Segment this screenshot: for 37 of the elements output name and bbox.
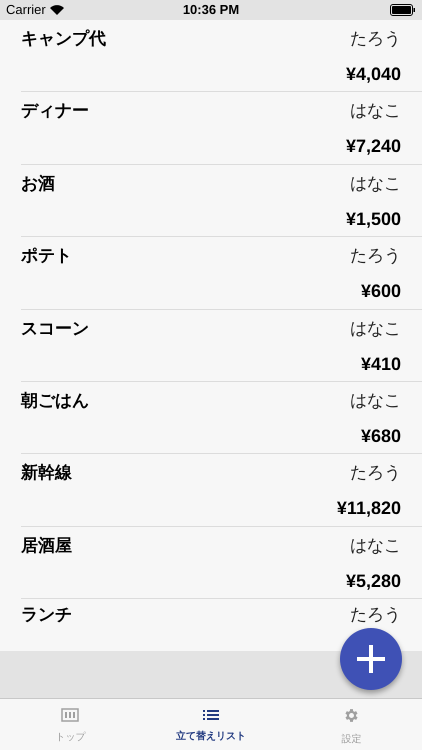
settings-icon <box>343 706 360 724</box>
expense-amount: ¥7,240 <box>346 135 401 158</box>
expense-amount: ¥11,820 <box>336 497 401 520</box>
payer-name: はなこ <box>350 318 401 340</box>
wifi-icon <box>50 5 64 15</box>
plus-icon <box>355 643 387 675</box>
scoreboard-icon <box>61 708 80 722</box>
payer-name: はなこ <box>350 390 401 412</box>
expense-amount: ¥680 <box>360 424 401 448</box>
expense-name: お酒 <box>21 172 55 195</box>
tab[interactable]: 立て替えリスト <box>140 699 282 750</box>
list-icon <box>203 709 219 721</box>
clock-time: 10:36 PM <box>182 1 240 20</box>
payer-name: はなこ <box>350 172 401 195</box>
tab[interactable]: トップ <box>0 699 141 750</box>
carrier-label: Carrier <box>6 1 46 20</box>
expense-name: スコーン <box>21 318 89 340</box>
payer-name: たろう <box>350 245 401 268</box>
payer-name: たろう <box>350 28 401 50</box>
expense-amount: ¥410 <box>360 352 401 376</box>
tab[interactable]: 設定 <box>281 699 422 750</box>
expense-amount: ¥1,500 <box>346 208 401 231</box>
expense-name: キャンプ代 <box>21 28 106 50</box>
payer-name: はなこ <box>350 100 401 122</box>
expense-name: ポテト <box>21 245 72 268</box>
expense-name: ランチ <box>21 604 72 626</box>
expense-name: ディナー <box>21 100 89 122</box>
payer-name: たろう <box>350 462 401 484</box>
expense-amount: ¥5,280 <box>346 570 401 593</box>
expense-name: 居酒屋 <box>21 534 72 557</box>
payer-name: たろう <box>350 604 401 626</box>
battery-icon <box>390 4 416 16</box>
expense-name: 朝ごはん <box>21 390 89 412</box>
expense-amount: ¥600 <box>360 280 401 304</box>
payer-name: はなこ <box>350 534 401 557</box>
expense-name: 新幹線 <box>21 462 72 484</box>
expense-amount: ¥4,040 <box>346 63 401 86</box>
